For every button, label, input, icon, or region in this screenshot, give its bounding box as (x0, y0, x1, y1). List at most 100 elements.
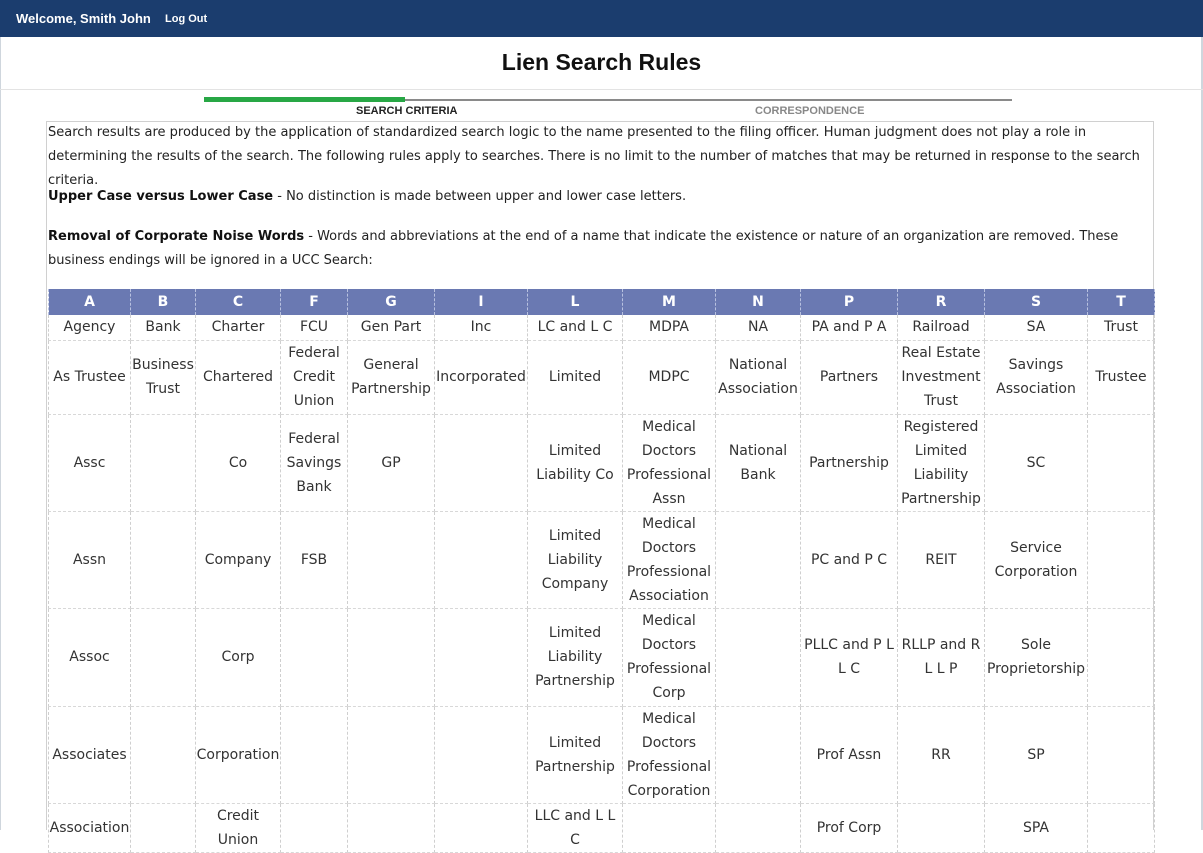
step-search-criteria: SEARCH CRITERIA (356, 105, 458, 117)
table-cell: PC and P C (800, 511, 898, 609)
column-header: T (1087, 289, 1155, 315)
table-cell (434, 608, 528, 707)
table-cell: MDPA (622, 315, 716, 341)
table-cell: Limited Liability Co (527, 414, 623, 512)
table-cell: Partners (800, 340, 898, 415)
column-header: P (800, 289, 898, 315)
table-cell: Charter (195, 315, 281, 341)
table-cell (434, 511, 528, 609)
table-cell: Medical Doctors Professional Association (622, 511, 716, 609)
table-cell: FSB (280, 511, 348, 609)
table-cell (347, 608, 435, 707)
table-cell: Real Estate Investment Trust (897, 340, 985, 415)
table-cell: General Partnership (347, 340, 435, 415)
table-cell (130, 803, 196, 853)
table-cell (715, 706, 801, 804)
table-cell: Associates (48, 706, 131, 804)
table-cell (434, 803, 528, 853)
progress-completed (204, 97, 405, 102)
rule-noise-title: Removal of Corporate Noise Words (48, 229, 305, 244)
table-cell: Limited Liability Partnership (527, 608, 623, 707)
table-row: Association Credit Union LLC and L L C P… (48, 803, 1155, 853)
table-row: Associates Corporation Limited Partnersh… (48, 706, 1155, 804)
table-cell: Partnership (800, 414, 898, 512)
table-cell (434, 414, 528, 512)
table-cell: SC (984, 414, 1088, 512)
table-cell: Association (48, 803, 131, 853)
table-cell: Bank (130, 315, 196, 341)
rule-case: Upper Case versus Lower Case - No distin… (48, 185, 1150, 209)
table-cell: Co (195, 414, 281, 512)
table-cell: Limited Liability Company (527, 511, 623, 609)
table-cell: Agency (48, 315, 131, 341)
table-row: Assn Company FSB Limited Liability Compa… (48, 511, 1155, 609)
page-title: Lien Search Rules (501, 49, 702, 75)
table-cell (280, 803, 348, 853)
table-cell: Prof Corp (800, 803, 898, 853)
table-cell: RR (897, 706, 985, 804)
table-cell: As Trustee (48, 340, 131, 415)
table-cell (1087, 608, 1155, 707)
table-cell (434, 706, 528, 804)
column-header: M (622, 289, 716, 315)
table-cell (130, 608, 196, 707)
table-cell: SPA (984, 803, 1088, 853)
table-cell: Limited (527, 340, 623, 415)
table-cell: Assc (48, 414, 131, 512)
table-cell: Registered Limited Liability Partnership (897, 414, 985, 512)
table-cell (622, 803, 716, 853)
table-cell: Corporation (195, 706, 281, 804)
table-cell: FCU (280, 315, 348, 341)
table-cell: Medical Doctors Professional Corporation (622, 706, 716, 804)
logout-link[interactable]: Log Out (165, 13, 207, 25)
table-cell (897, 803, 985, 853)
table-cell: MDPC (622, 340, 716, 415)
table-row: Agency Bank Charter FCU Gen Part Inc LC … (48, 315, 1155, 341)
left-border (0, 37, 1, 830)
table-cell: GP (347, 414, 435, 512)
welcome-text: Welcome, Smith John (16, 11, 151, 26)
table-header-row: A B C F G I L M N P R S T (48, 289, 1155, 315)
table-cell: SP (984, 706, 1088, 804)
table-cell (1087, 511, 1155, 609)
column-header: R (897, 289, 985, 315)
table-cell: SA (984, 315, 1088, 341)
table-cell (280, 608, 348, 707)
table-cell: Assn (48, 511, 131, 609)
rule-case-title: Upper Case versus Lower Case (48, 189, 274, 204)
table-cell: Medical Doctors Professional Corp (622, 608, 716, 707)
table-cell: LLC and L L C (527, 803, 623, 853)
table-cell: National Bank (715, 414, 801, 512)
table-cell: Savings Association (984, 340, 1088, 415)
column-header: F (280, 289, 348, 315)
column-header: I (434, 289, 528, 315)
table-cell: Gen Part (347, 315, 435, 341)
table-cell (130, 511, 196, 609)
table-cell: Credit Union (195, 803, 281, 853)
table-cell: REIT (897, 511, 985, 609)
table-cell: PA and P A (800, 315, 898, 341)
table-cell: Corp (195, 608, 281, 707)
table-cell: Company (195, 511, 281, 609)
column-header: B (130, 289, 196, 315)
table-cell: LC and L C (527, 315, 623, 341)
table-cell: National Association (715, 340, 801, 415)
table-cell (347, 511, 435, 609)
top-bar: Welcome, Smith John Log Out (0, 0, 1203, 37)
table-cell (1087, 414, 1155, 512)
table-cell: Federal Credit Union (280, 340, 348, 415)
table-cell (347, 706, 435, 804)
table-cell (715, 511, 801, 609)
rule-noise-words: Removal of Corporate Noise Words - Words… (48, 225, 1150, 273)
table-cell (130, 706, 196, 804)
divider (0, 89, 1203, 90)
table-cell (715, 803, 801, 853)
table-cell: Prof Assn (800, 706, 898, 804)
table-row: As Trustee Business Trust Chartered Fede… (48, 340, 1155, 415)
table-cell (1087, 803, 1155, 853)
table-cell (715, 608, 801, 707)
table-cell: RLLP and R L L P (897, 608, 985, 707)
column-header: N (715, 289, 801, 315)
step-correspondence: CORRESPONDENCE (755, 105, 865, 117)
column-header: C (195, 289, 281, 315)
